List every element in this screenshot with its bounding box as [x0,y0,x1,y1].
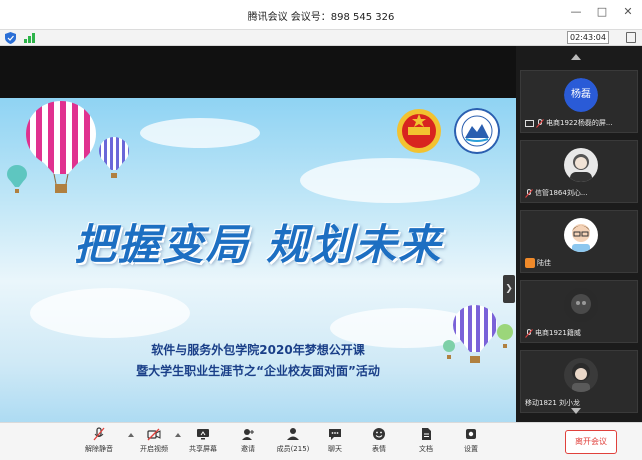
invite-label: 邀请 [241,445,255,453]
screen-share-icon [525,119,534,127]
participant-tile[interactable]: 移动1821 刘小龙 [520,350,638,413]
slide-logos [396,108,500,154]
maximize-icon[interactable]: □ [594,4,610,20]
avatar [564,358,598,392]
avatar [564,218,598,252]
unmute-button[interactable]: 解除静音 [76,427,122,459]
participant-name: 陆佳 [537,259,551,267]
chat-icon [329,429,341,440]
chat-label: 聊天 [328,445,342,453]
participant-name-row: 电商1922杨磊的屏... [525,117,613,129]
avatar [564,288,598,322]
settings-button[interactable]: 设置 [448,427,494,459]
slide-title: 把握变局 规划未来 [73,220,443,269]
participant-name-row: 信管1864刘心... [525,187,588,199]
participant-tile[interactable]: 信管1864刘心... [520,140,638,203]
settings-label: 设置 [464,445,478,453]
mic-muted-icon [525,188,533,198]
fullscreen-icon[interactable] [626,32,636,43]
close-icon[interactable]: ✕ [620,4,636,20]
participant-tile[interactable]: 电商1921籍威 [520,280,638,343]
avatar: 杨磊 [564,78,598,112]
members-button[interactable]: 成员(215) [270,427,316,459]
emoji-label: 表情 [372,445,386,453]
documents-label: 文档 [419,445,433,453]
scroll-down-icon[interactable] [571,408,581,414]
participant-name: 电商1922杨磊的屏... [546,119,613,127]
unmute-label: 解除静音 [85,445,113,453]
window-controls: — □ ✕ [568,4,636,20]
youth-league-logo [397,109,441,153]
members-label: 成员(215) [276,445,310,453]
mic-muted-icon [536,118,544,128]
scroll-up-icon[interactable] [571,54,581,60]
hot-air-balloon-icon [7,165,27,193]
collapse-panel-button[interactable]: ❯ [503,275,515,303]
meeting-timer: 02:43:04 [567,31,609,44]
cloud-decoration [30,288,190,338]
participant-name: 电商1921籍威 [535,329,581,337]
documents-button[interactable]: 文档 [403,427,449,459]
mic-muted-icon [93,427,105,441]
hot-air-balloon-icon [26,101,96,193]
share-screen-label: 共享屏幕 [189,445,217,453]
slide-subtitle: 软件与服务外包学院2020年梦想公开课 [151,343,365,357]
user-icon [525,258,535,268]
camera-off-icon [147,428,161,441]
invite-button[interactable]: 邀请 [225,427,271,459]
members-icon [287,428,299,440]
shared-screen-view: 把握变局 规划未来 软件与服务外包学院2020年梦想公开课 暨大学生职业生涯节之… [0,46,516,431]
meeting-toolbar: 解除静音 开启视频 共享屏幕 邀请 成员(215) 聊天 表情 文档 设置 离开… [0,422,642,460]
minimize-icon[interactable]: — [568,4,584,20]
cloud-decoration [300,158,480,203]
college-logo [454,108,500,154]
add-user-icon [242,429,254,440]
cloud-decoration [140,118,260,148]
avatar [564,148,598,182]
participant-name-row: 陆佳 [525,257,551,269]
document-icon [422,428,431,440]
mic-muted-icon [525,328,533,338]
participant-tile[interactable]: 陆佳 [520,210,638,273]
start-video-button[interactable]: 开启视频 [131,427,177,459]
participant-tile[interactable]: 杨磊 电商1922杨磊的屏... [520,70,638,133]
start-video-label: 开启视频 [140,445,168,453]
emoji-icon [373,428,385,440]
title-bar: 腾讯会议 会议号：898 545 326 — □ ✕ [0,0,642,30]
share-screen-icon [197,429,209,440]
leave-meeting-button[interactable]: 离开会议 [565,430,617,454]
hot-air-balloon-icon [99,137,129,178]
participant-panel: 杨磊 电商1922杨磊的屏... 信管1864刘心... 陆佳 电商1921籍威… [516,46,642,422]
status-bar: 02:43:04 [0,30,642,46]
participant-name: 移动1821 刘小龙 [525,399,581,407]
gear-icon [466,429,476,439]
chat-button[interactable]: 聊天 [312,427,358,459]
presentation-slide: 把握变局 规划未来 软件与服务外包学院2020年梦想公开课 暨大学生职业生涯节之… [0,98,516,431]
slide-subtitle: 暨大学生职业生涯节之“企业校友面对面”活动 [136,364,380,378]
signal-strength-icon[interactable] [24,33,36,43]
participant-name: 信管1864刘心... [535,189,588,197]
emoji-button[interactable]: 表情 [356,427,402,459]
shield-icon[interactable] [5,32,16,44]
share-screen-button[interactable]: 共享屏幕 [180,427,226,459]
meeting-window: 腾讯会议 会议号：898 545 326 — □ ✕ 02:43:04 把握变局… [0,0,642,460]
participant-name-row: 电商1921籍威 [525,327,581,339]
window-title: 腾讯会议 会议号：898 545 326 [247,12,395,23]
